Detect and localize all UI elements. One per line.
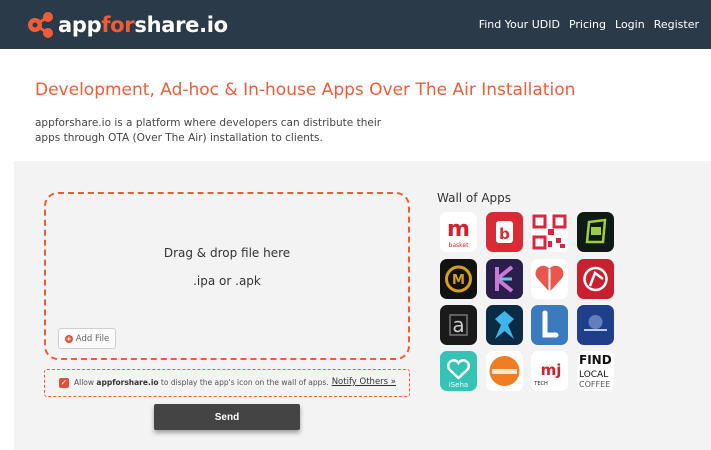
app-icon-mj-tech[interactable]: mj TECH: [531, 351, 568, 391]
svg-text:b: b: [499, 225, 510, 243]
allow-wall-option: ✓ Allow appforshare.io to display the ap…: [44, 369, 410, 397]
notify-others-link[interactable]: Notify Others »: [332, 377, 396, 387]
app-icon-b[interactable]: b: [486, 212, 523, 252]
svg-text:FIND: FIND: [579, 353, 612, 367]
allow-label: Allow appforshare.io to display the app'…: [74, 378, 329, 387]
allow-checkbox[interactable]: ✓: [59, 378, 69, 388]
send-button[interactable]: Send: [154, 404, 300, 430]
nav-find-udid[interactable]: Find Your UDID: [479, 18, 560, 31]
svg-text:m: m: [447, 217, 470, 242]
plus-icon: +: [64, 334, 73, 343]
add-file-label: Add File: [75, 333, 110, 344]
intro-description: appforshare.io is a platform where devel…: [35, 117, 382, 144]
svg-text:basket: basket: [449, 242, 470, 249]
svg-text:a: a: [452, 313, 464, 337]
nav-pricing[interactable]: Pricing: [569, 18, 606, 31]
app-icon-m-gold[interactable]: M: [440, 259, 477, 299]
app-icon-r[interactable]: [577, 259, 614, 299]
svg-text:TECH: TECH: [533, 381, 548, 387]
page-headline: Development, Ad-hoc & In-house Apps Over…: [35, 80, 576, 100]
wall-of-apps-grid: m basket b M a iSeha mj TECH FIND LOCAL …: [440, 212, 616, 392]
file-dropzone[interactable]: Drag & drop file here .ipa or .apk + Add…: [44, 192, 410, 360]
app-icon-moonlight[interactable]: [577, 305, 614, 345]
nav-register[interactable]: Register: [654, 18, 699, 31]
app-icon-a[interactable]: a: [440, 305, 477, 345]
app-icon-l[interactable]: [531, 305, 568, 345]
svg-text:M: M: [452, 273, 465, 288]
add-file-button[interactable]: + Add File: [58, 328, 116, 349]
main-nav: Find Your UDID Pricing Login Register: [479, 0, 699, 49]
svg-text:mj: mj: [541, 361, 562, 379]
app-icon-k[interactable]: [486, 259, 523, 299]
svg-text:COFFEE: COFFEE: [579, 380, 610, 389]
logo-text: appforshare.io: [58, 13, 228, 37]
app-icon-heart[interactable]: [531, 259, 568, 299]
top-navbar: appforshare.io Find Your UDID Pricing Lo…: [0, 0, 711, 49]
app-icon-iseha[interactable]: iSeha: [440, 351, 477, 391]
dropzone-title: Drag & drop file here: [163, 246, 291, 260]
logo-share-icon: [26, 10, 56, 40]
app-icon-qr[interactable]: [531, 212, 568, 252]
wall-of-apps-title: Wall of Apps: [437, 191, 512, 205]
app-icon-circle[interactable]: [486, 351, 523, 391]
app-icon-find-local-coffee[interactable]: FIND LOCAL COFFEE: [577, 351, 614, 391]
app-icon-fish[interactable]: [486, 305, 523, 345]
dropzone-extensions: .ipa or .apk: [193, 274, 261, 288]
svg-text:LOCAL: LOCAL: [579, 370, 608, 380]
svg-text:iSeha: iSeha: [449, 381, 468, 389]
nav-login[interactable]: Login: [615, 18, 645, 31]
app-icon-gc[interactable]: [577, 212, 614, 252]
app-icon-m-basket[interactable]: m basket: [440, 212, 477, 252]
site-logo[interactable]: appforshare.io: [26, 9, 228, 41]
